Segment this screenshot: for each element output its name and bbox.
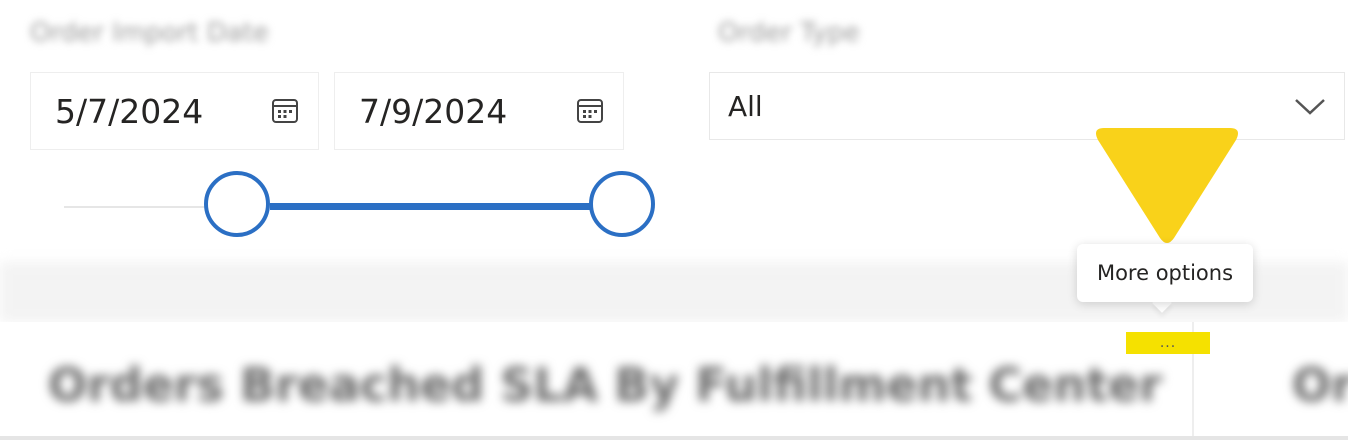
order-import-date-label: Order Import Date [30, 18, 269, 48]
end-date-input[interactable]: 7/9/2024 [334, 72, 624, 150]
more-options-tooltip: More options [1077, 244, 1253, 302]
calendar-icon[interactable] [575, 96, 605, 126]
order-type-label: Order Type [718, 18, 860, 48]
next-visual-title: Or [1292, 358, 1348, 412]
start-date-value: 5/7/2024 [55, 91, 204, 131]
order-type-dropdown[interactable]: All [709, 72, 1345, 140]
more-options-button[interactable]: ... [1126, 332, 1210, 354]
bottom-border [0, 436, 1348, 440]
visual-title: Orders Breached SLA By Fulfillment Cente… [48, 358, 1162, 412]
chevron-down-icon[interactable] [1292, 94, 1328, 118]
order-type-selected: All [728, 89, 763, 123]
end-date-value: 7/9/2024 [359, 91, 508, 131]
date-slider-track[interactable] [64, 206, 204, 208]
date-slider-start-handle[interactable] [204, 171, 270, 237]
highlight-arrow-icon [1096, 128, 1238, 243]
start-date-input[interactable]: 5/7/2024 [30, 72, 319, 150]
ellipsis-icon: ... [1159, 335, 1177, 351]
date-slider-end-handle[interactable] [589, 171, 655, 237]
calendar-icon[interactable] [270, 96, 300, 126]
tooltip-text: More options [1096, 261, 1234, 285]
date-slider-range[interactable] [270, 203, 590, 210]
